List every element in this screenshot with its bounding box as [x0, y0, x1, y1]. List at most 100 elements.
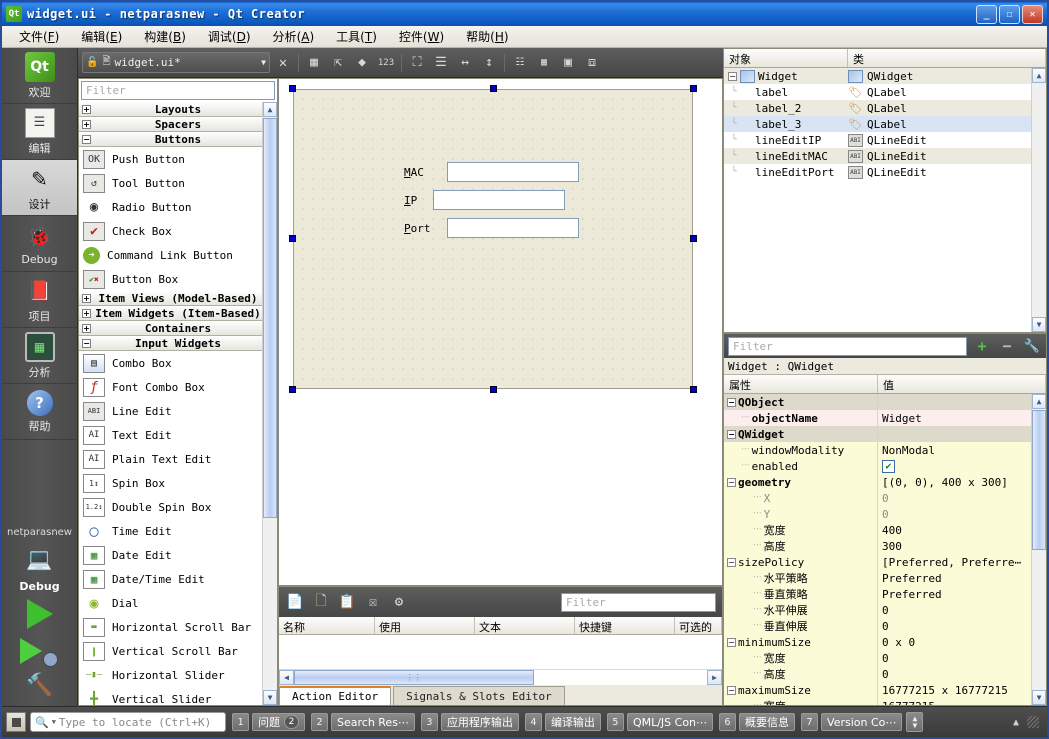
- widget-item-dial[interactable]: ◉ Dial: [79, 591, 277, 615]
- debug-icon[interactable]: [19, 635, 60, 667]
- pane-general-messages[interactable]: 6 概要信息: [719, 713, 796, 731]
- layout-form-icon[interactable]: ☷: [509, 52, 531, 74]
- object-row-lineedit-ip[interactable]: └ lineEditIP ABI QLineEdit: [724, 132, 1046, 148]
- mode-edit[interactable]: ☰ 编辑: [2, 104, 77, 160]
- expander-icon[interactable]: −: [728, 71, 737, 81]
- scrollbar-thumb[interactable]: [263, 118, 277, 518]
- property-row-geometry-width[interactable]: ‧‧‧ 宽度 400: [724, 522, 1046, 538]
- property-value[interactable]: 0: [878, 620, 1046, 633]
- property-row-geometry-x[interactable]: ‧‧‧ X 0: [724, 490, 1046, 506]
- pane-application-output[interactable]: 3 应用程序输出: [420, 713, 519, 731]
- property-group-qwidget[interactable]: − QWidget: [724, 426, 1046, 442]
- property-rows[interactable]: − QObject ‧‧‧ objectName Widget − QWidget ‧…: [724, 394, 1046, 705]
- expander-icon[interactable]: +: [82, 120, 91, 129]
- column-class[interactable]: 类: [848, 49, 1046, 67]
- widget-item-double-spin-box[interactable]: 1.2↕ Double Spin Box: [79, 495, 277, 519]
- scroll-down-icon[interactable]: ▼: [1032, 317, 1046, 332]
- object-row-label[interactable]: └ label 🏷 QLabel: [724, 84, 1046, 100]
- property-row-geometry[interactable]: − geometry [(0, 0), 400 x 300]: [724, 474, 1046, 490]
- property-row-geometry-y[interactable]: ‧‧‧ Y 0: [724, 506, 1046, 522]
- object-row-lineedit-mac[interactable]: └ lineEditMAC ABI QLineEdit: [724, 148, 1046, 164]
- menu-tools[interactable]: 工具(T): [325, 25, 388, 48]
- menu-help[interactable]: 帮助(H): [455, 25, 519, 48]
- resize-handle-top-right[interactable]: [690, 85, 697, 92]
- object-inspector-scrollbar[interactable]: ▲ ▼: [1031, 68, 1046, 332]
- column-object[interactable]: 对象: [724, 49, 848, 67]
- scroll-right-icon[interactable]: ▶: [707, 670, 722, 685]
- resize-handle-bottom-right[interactable]: [690, 386, 697, 393]
- widget-category-containers[interactable]: + Containers: [79, 321, 277, 336]
- adjust-size-icon[interactable]: ⧈: [581, 52, 603, 74]
- unlocked-icon[interactable]: 🔓: [86, 57, 98, 68]
- run-icon[interactable]: [26, 599, 53, 629]
- chevron-down-icon[interactable]: ▼: [52, 718, 56, 726]
- edit-buddies-icon[interactable]: ◆: [351, 52, 373, 74]
- property-row-maximumsize[interactable]: − maximumSize 16777215 x 16777215: [724, 682, 1046, 698]
- mode-projects[interactable]: 📕 项目: [2, 272, 77, 328]
- property-value[interactable]: NonModal: [878, 444, 1046, 457]
- property-row-sizepolicy[interactable]: − sizePolicy [Preferred, Preferre⋯: [724, 554, 1046, 570]
- object-row-label-2[interactable]: └ label_2 🏷 QLabel: [724, 100, 1046, 116]
- object-row-lineedit-port[interactable]: └ lineEditPort ABI QLineEdit: [724, 164, 1046, 180]
- pane-search-results[interactable]: 2 Search Res⋯: [311, 713, 415, 731]
- layout-vertically-icon[interactable]: ☰: [430, 52, 452, 74]
- action-horizontal-scrollbar[interactable]: ◀ ⋮⋮ ▶: [279, 669, 722, 685]
- object-row-widget[interactable]: − Widget QWidget: [724, 68, 1046, 84]
- action-filter-input[interactable]: Filter: [561, 592, 716, 612]
- mode-debug[interactable]: 🐞 Debug: [2, 216, 77, 272]
- widget-item-command-link-button[interactable]: ➜ Command Link Button: [79, 243, 277, 267]
- widget-category-item-widgets[interactable]: + Item Widgets (Item-Based): [79, 306, 277, 321]
- widget-item-horizontal-scroll-bar[interactable]: ▬ Horizontal Scroll Bar: [79, 615, 277, 639]
- menu-build[interactable]: 构建(B): [133, 25, 197, 48]
- object-row-label-3[interactable]: └ label_3 🏷 QLabel: [724, 116, 1046, 132]
- form-label-mac[interactable]: MAC: [404, 166, 424, 179]
- expander-icon[interactable]: −: [82, 339, 91, 348]
- resize-handle-bottom-left[interactable]: [289, 386, 296, 393]
- widget-item-vertical-slider[interactable]: ╋ Vertical Slider: [79, 687, 277, 706]
- property-row-windowmodality[interactable]: ‧‧‧ windowModality NonModal: [724, 442, 1046, 458]
- property-row-horizontal-stretch[interactable]: ‧‧‧ 水平伸展 0: [724, 602, 1046, 618]
- edit-tab-order-icon[interactable]: 123: [375, 52, 397, 74]
- layout-grid-icon[interactable]: ▦: [533, 52, 555, 74]
- pane-issues[interactable]: 1 问题 2: [232, 713, 305, 731]
- property-group-qobject[interactable]: − QObject: [724, 394, 1046, 410]
- resize-handle-top-center[interactable]: [490, 85, 497, 92]
- copy-action-icon[interactable]: 🗋: [311, 592, 331, 612]
- column-checkable[interactable]: 可选的: [675, 617, 722, 634]
- widget-item-line-edit[interactable]: ABI Line Edit: [79, 399, 277, 423]
- expander-icon[interactable]: −: [727, 477, 736, 487]
- close-icon[interactable]: ✕: [272, 52, 294, 74]
- widget-item-radio-button[interactable]: ◉ Radio Button: [79, 195, 277, 219]
- form-canvas[interactable]: MAC IP Port: [278, 78, 723, 586]
- minimize-button[interactable]: _: [976, 4, 997, 24]
- edit-signals-slots-icon[interactable]: ⇱: [327, 52, 349, 74]
- widget-item-tool-button[interactable]: ↺ Tool Button: [79, 171, 277, 195]
- menu-file[interactable]: 文件(F): [8, 25, 70, 48]
- tab-action-editor[interactable]: Action Editor: [279, 686, 392, 705]
- property-value[interactable]: 0: [878, 652, 1046, 665]
- widget-item-font-combo-box[interactable]: ƒ Font Combo Box: [79, 375, 277, 399]
- pane-compile-output[interactable]: 4 编译输出: [524, 713, 601, 731]
- widget-category-item-views[interactable]: + Item Views (Model-Based): [79, 291, 277, 306]
- widget-item-text-edit[interactable]: AI Text Edit: [79, 423, 277, 447]
- property-editor-scrollbar[interactable]: ▲ ▼: [1031, 394, 1046, 705]
- add-property-button[interactable]: +: [972, 336, 992, 356]
- resize-handle-bottom-center[interactable]: [490, 386, 497, 393]
- scroll-up-icon[interactable]: ▲: [1032, 68, 1046, 83]
- property-value[interactable]: 300: [878, 540, 1046, 553]
- property-row-vertical-policy[interactable]: ‧‧‧ 垂直策略 Preferred: [724, 586, 1046, 602]
- property-row-vertical-stretch[interactable]: ‧‧‧ 垂直伸展 0: [724, 618, 1046, 634]
- resize-grip[interactable]: [1027, 716, 1039, 728]
- property-value[interactable]: 400: [878, 524, 1046, 537]
- menu-edit[interactable]: 编辑(E): [70, 25, 133, 48]
- pane-spinner-button[interactable]: ▲ ▼: [906, 712, 924, 732]
- property-value[interactable]: Widget: [878, 412, 1046, 425]
- widget-category-buttons[interactable]: − Buttons: [79, 132, 277, 147]
- property-value[interactable]: 0 x 0: [878, 636, 1046, 649]
- widget-category-spacers[interactable]: + Spacers: [79, 117, 277, 132]
- scrollbar-track[interactable]: ⋮⋮: [294, 670, 707, 685]
- widget-box-scrollbar[interactable]: ▲ ▼: [262, 102, 277, 705]
- expander-icon[interactable]: −: [82, 135, 91, 144]
- resize-handle-top-left[interactable]: [289, 85, 296, 92]
- widget-item-time-edit[interactable]: ◯ Time Edit: [79, 519, 277, 543]
